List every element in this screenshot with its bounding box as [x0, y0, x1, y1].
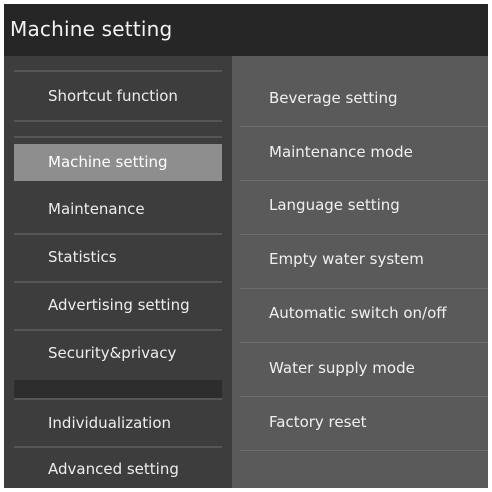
sidebar-item-label: Maintenance	[48, 200, 145, 218]
sidebar-item-label: Advertising setting	[48, 296, 190, 314]
sidebar-item-individualization[interactable]: Individualization	[14, 402, 222, 446]
sidebar-divider	[14, 120, 222, 122]
menu-item-label: Beverage setting	[269, 89, 398, 107]
sidebar-item-label: Security&privacy	[48, 344, 177, 362]
menu-item-label: Automatic switch on/off	[269, 304, 447, 322]
title-bar: Machine setting	[4, 4, 488, 56]
sidebar-divider	[14, 329, 222, 331]
menu-item-label: Empty water system	[269, 250, 424, 268]
sidebar: Shortcut function Machine setting Mainte…	[4, 56, 232, 488]
page-title: Machine setting	[10, 17, 173, 41]
menu-item-water-supply-mode[interactable]: Water supply mode	[232, 343, 488, 396]
settings-window: Machine setting Shortcut function Machin…	[4, 4, 488, 488]
menu-item-label: Maintenance mode	[269, 143, 413, 161]
sidebar-divider	[14, 233, 222, 235]
sidebar-divider	[14, 70, 222, 72]
sidebar-group-separator	[14, 380, 222, 398]
sidebar-item-maintenance[interactable]: Maintenance	[14, 187, 222, 233]
sidebar-item-label: Statistics	[48, 248, 117, 266]
menu-item-maintenance-mode[interactable]: Maintenance mode	[232, 127, 488, 180]
menu-item-empty-water-system[interactable]: Empty water system	[232, 235, 488, 288]
sidebar-item-label: Machine setting	[48, 153, 168, 171]
sidebar-divider	[14, 398, 222, 400]
settings-list: Beverage setting Maintenance mode Langua…	[232, 56, 488, 488]
menu-item-factory-reset[interactable]: Factory reset	[232, 397, 488, 450]
menu-item-label: Factory reset	[269, 413, 367, 431]
menu-item-automatic-switch[interactable]: Automatic switch on/off	[232, 289, 488, 342]
sidebar-divider	[14, 136, 222, 138]
sidebar-divider	[14, 446, 222, 448]
menu-divider	[240, 450, 488, 451]
sidebar-item-label: Shortcut function	[48, 87, 178, 105]
menu-item-language-setting[interactable]: Language setting	[232, 181, 488, 234]
menu-item-beverage-setting[interactable]: Beverage setting	[232, 72, 488, 120]
sidebar-item-security-privacy[interactable]: Security&privacy	[14, 332, 222, 377]
sidebar-item-shortcut-function[interactable]: Shortcut function	[14, 74, 222, 120]
sidebar-item-statistics[interactable]: Statistics	[14, 236, 222, 281]
sidebar-item-advertising-setting[interactable]: Advertising setting	[14, 284, 222, 329]
sidebar-divider	[14, 281, 222, 283]
sidebar-item-label: Advanced setting	[48, 460, 179, 478]
menu-item-label: Language setting	[269, 196, 400, 214]
menu-item-label: Water supply mode	[269, 359, 415, 377]
sidebar-item-label: Individualization	[48, 414, 172, 432]
sidebar-item-machine-setting[interactable]: Machine setting	[14, 144, 222, 181]
sidebar-item-advanced-setting[interactable]: Advanced setting	[14, 450, 222, 488]
